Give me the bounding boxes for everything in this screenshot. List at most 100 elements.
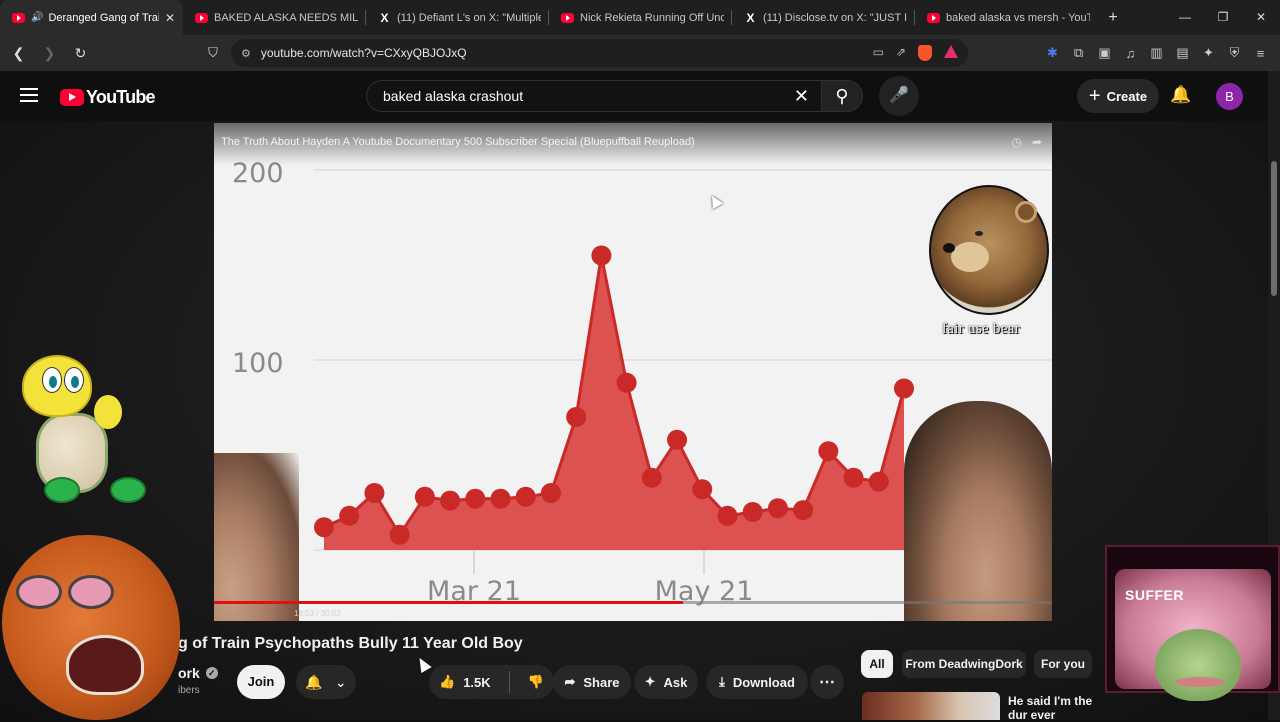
koopa-eye — [64, 367, 84, 393]
reload-button[interactable]: ↻ — [68, 45, 93, 62]
url-bar[interactable]: ⚙ youtube.com/watch?v=CXxyQBJOJxQ ▭ ⇗ — [231, 39, 968, 67]
plus-icon: + — [1088, 85, 1101, 107]
sidebar-icon[interactable]: ▥ — [1150, 45, 1163, 61]
site-settings-icon[interactable]: ⚙ — [241, 47, 251, 60]
browser-tab[interactable]: Nick Rekieta Running Off Uncivi — [549, 0, 732, 35]
chart-point — [440, 490, 461, 511]
chart-point — [742, 502, 763, 522]
browser-tab[interactable]: 🔊 Deranged Gang of Train ✕ — [0, 0, 183, 35]
restore-icon[interactable]: ❐ — [1204, 0, 1242, 35]
tab-title: BAKED ALASKA NEEDS MILK! #y — [214, 11, 358, 24]
forward-button[interactable]: ❯ — [37, 45, 62, 62]
create-button[interactable]: + Create — [1077, 79, 1159, 113]
more-icon: ⋯ — [819, 674, 835, 691]
share-icon[interactable]: ⇗ — [896, 45, 906, 61]
youtube-icon — [195, 12, 208, 23]
menu-icon[interactable]: ≡ — [1254, 46, 1267, 61]
koopa-pupil — [71, 376, 79, 388]
browser-tab[interactable]: BAKED ALASKA NEEDS MILK! #y — [183, 0, 366, 35]
guide-menu-icon[interactable] — [20, 88, 38, 102]
browser-tab[interactable]: baked alaska vs mersh - YouTub — [915, 0, 1098, 35]
chart-point — [465, 488, 486, 509]
download-button[interactable]: ⤓ Download — [706, 665, 808, 699]
more-actions-button[interactable]: ⋯ — [810, 665, 844, 699]
video-player[interactable]: 2001000Mar 21May 21 The Truth About Hayd… — [214, 123, 1052, 621]
bookmark-icon[interactable]: ⛉ — [205, 45, 221, 61]
recommendation-thumbnail[interactable] — [862, 692, 1000, 720]
browser-tab-strip: 🔊 Deranged Gang of Train ✕ BAKED ALASKA … — [0, 0, 1280, 35]
x-icon: X — [380, 10, 389, 25]
chip-from-channel[interactable]: From DeadwingDork — [902, 650, 1026, 678]
speaker-icon[interactable]: 🔊 — [31, 12, 43, 23]
chart-point — [616, 372, 637, 393]
youtube-logo[interactable]: YouTube — [60, 87, 156, 108]
like-count[interactable]: 1.5K — [463, 675, 490, 690]
chart-point — [717, 505, 738, 526]
browser-tab[interactable]: X (11) Defiant L's on X: "Multiple n — [366, 0, 549, 35]
leo-ai-icon[interactable]: ✦ — [1202, 45, 1215, 61]
recommendation-title[interactable]: He said I'm the dur ever — [1008, 694, 1108, 722]
youtube-icon — [12, 12, 25, 23]
koopa-sticker — [14, 355, 154, 510]
suffer-text: SUFFER — [1125, 587, 1184, 603]
brave-rewards-icon[interactable] — [944, 45, 958, 58]
new-tab-button[interactable]: + — [1098, 9, 1128, 27]
tab-title: Nick Rekieta Running Off Uncivi — [580, 11, 724, 24]
back-button[interactable]: ❮ — [6, 45, 31, 62]
like-icon[interactable]: 👍 — [439, 674, 455, 690]
player-share-icon[interactable]: ➦ — [1032, 135, 1042, 149]
chevron-down-icon: ⌄ — [334, 673, 347, 690]
close-window-icon[interactable]: ✕ — [1242, 0, 1280, 35]
join-button[interactable]: Join — [237, 665, 285, 699]
extension-icon[interactable]: ✱ — [1046, 45, 1059, 61]
vpn-icon[interactable]: ⛨ — [1228, 45, 1241, 61]
chart-point — [364, 483, 385, 503]
create-label: Create — [1106, 88, 1148, 104]
video-progress-bar[interactable] — [214, 601, 1052, 604]
subscription-notifications-button[interactable]: 🔔 ⌄ — [296, 665, 356, 699]
chip-all[interactable]: All — [861, 650, 893, 678]
share-arrow-icon: ➦ — [564, 674, 576, 689]
avatar[interactable]: B — [1216, 83, 1243, 110]
share-button[interactable]: ➦ Share — [553, 665, 631, 699]
channel-name[interactable]: ork ✓ — [178, 665, 218, 681]
fair-use-bear-image — [929, 185, 1049, 315]
close-tab-icon[interactable]: ✕ — [165, 11, 175, 25]
clear-search-icon[interactable]: ✕ — [794, 86, 809, 107]
scrollbar-thumb[interactable] — [1271, 161, 1277, 296]
chart-point — [339, 505, 360, 526]
search-query[interactable]: baked alaska crashout — [383, 88, 794, 104]
video-overlay-title[interactable]: The Truth About Hayden A Youtube Documen… — [221, 136, 695, 148]
omnibox-icons: ▭ ⇗ — [873, 45, 958, 61]
chip-for-you[interactable]: For you — [1034, 650, 1092, 678]
koopa-pupil — [49, 376, 57, 388]
reader-icon[interactable]: ▣ — [1098, 45, 1111, 61]
notifications-bell-icon[interactable]: 🔔 — [1170, 85, 1192, 105]
video-title: g of Train Psychopaths Bully 11 Year Old… — [178, 635, 523, 652]
koopa-shoe — [110, 477, 146, 503]
channel-name-text[interactable]: ork — [178, 665, 200, 681]
media-icon[interactable]: ♫ — [1124, 46, 1137, 61]
chart-point — [641, 467, 662, 488]
extensions-puzzle-icon[interactable]: ⧉ — [1072, 45, 1085, 61]
watch-later-icon[interactable]: ◷ — [1011, 135, 1021, 149]
cast-icon[interactable]: ▭ — [873, 45, 884, 61]
minimize-icon[interactable]: — — [1166, 0, 1204, 35]
youtube-icon — [561, 12, 574, 23]
search-button[interactable]: ⚲ — [821, 80, 863, 112]
pepe-suffer-overlay: SUFFER — [1105, 545, 1280, 701]
koopa-shoe — [44, 477, 80, 503]
browser-tab[interactable]: X (11) Disclose.tv on X: "JUST IN - — [732, 0, 915, 35]
dislike-icon[interactable]: 👎 — [528, 674, 544, 690]
brave-shields-icon[interactable] — [918, 45, 932, 61]
ask-button[interactable]: ✦ Ask — [634, 665, 698, 699]
chart-point — [540, 483, 561, 503]
chart-point — [818, 441, 839, 462]
video-time: 16:53 / 30:02 — [294, 609, 341, 618]
search-input[interactable]: baked alaska crashout ✕ — [366, 80, 822, 112]
url-text[interactable]: youtube.com/watch?v=CXxyQBJOJxQ — [261, 46, 873, 60]
bear-eye — [975, 231, 983, 236]
potato-glasses — [16, 575, 62, 609]
voice-search-button[interactable]: 🎤 — [879, 76, 919, 116]
wallet-icon[interactable]: ▤ — [1176, 45, 1189, 61]
